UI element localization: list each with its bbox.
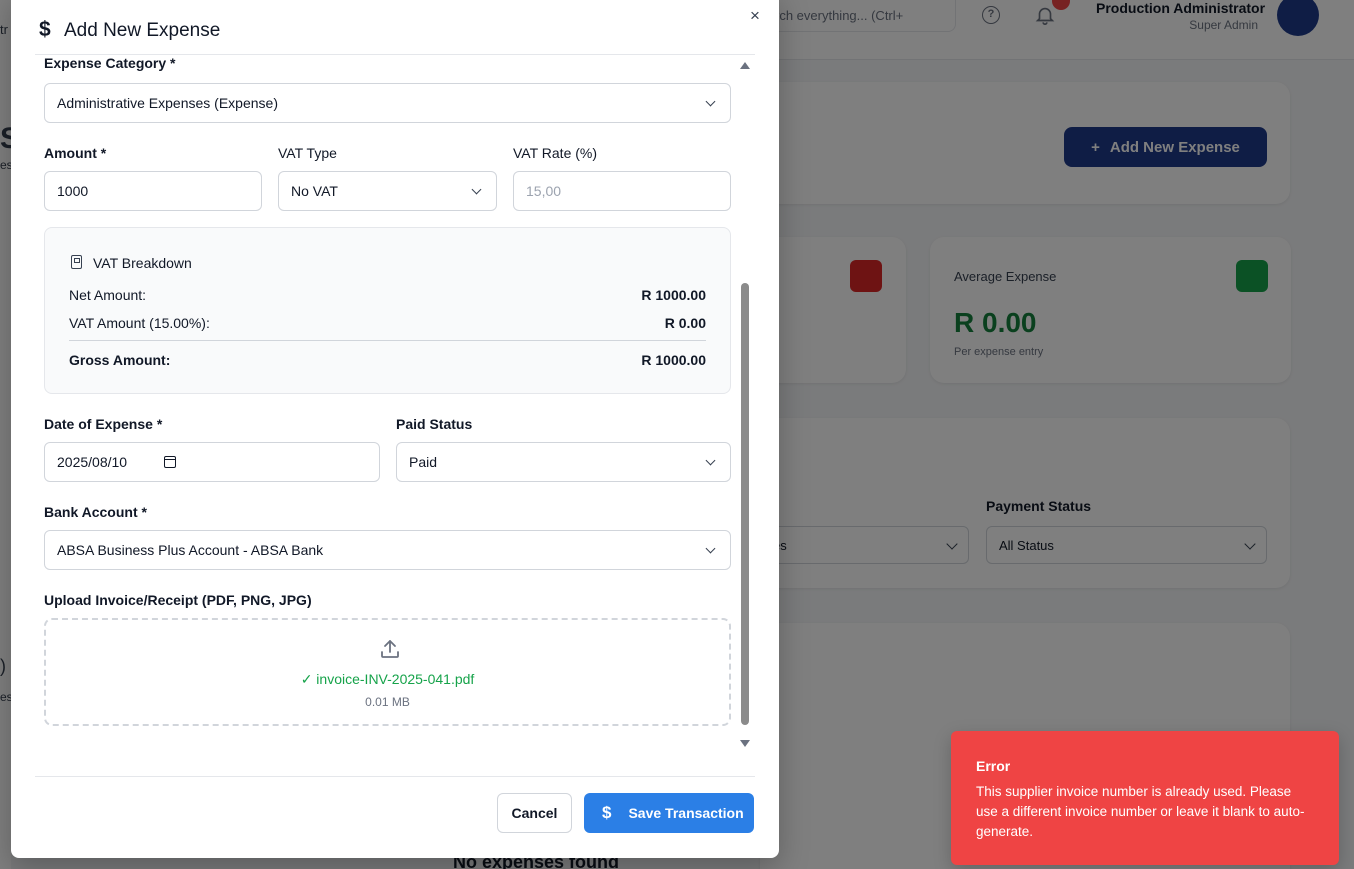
vat-divider <box>69 340 706 341</box>
scroll-up-arrow[interactable] <box>740 62 750 69</box>
date-value: 2025/08/10 <box>57 454 128 470</box>
paid-status-value: Paid <box>409 454 438 470</box>
upload-label: Upload Invoice/Receipt (PDF, PNG, JPG) <box>44 592 312 608</box>
modal-title: Add New Expense <box>64 20 221 41</box>
modal-form: Expense Category * Administrative Expens… <box>11 55 779 767</box>
paid-status-select[interactable]: Paid <box>396 442 731 482</box>
upload-icon <box>381 640 399 658</box>
vat-breakdown-title: VAT Breakdown <box>93 255 192 271</box>
net-amount-value: R 1000.00 <box>641 287 706 303</box>
gross-amount-label: Gross Amount: <box>69 352 171 368</box>
uploaded-file-size: 0.01 MB <box>365 695 410 709</box>
vat-rate-input[interactable]: 15,00 <box>513 171 731 211</box>
chevron-down-icon <box>705 96 716 107</box>
uploaded-file-name: ✓ invoice-INV-2025-041.pdf <box>300 671 475 687</box>
amount-value: 1000 <box>57 183 89 199</box>
save-transaction-label: Save Transaction <box>628 805 744 821</box>
vat-type-label: VAT Type <box>278 145 337 161</box>
error-toast[interactable]: Error This supplier invoice number is al… <box>951 731 1339 865</box>
modal-footer <box>35 776 755 777</box>
dollar-icon: $ <box>39 18 51 41</box>
scroll-down-arrow[interactable] <box>740 740 750 747</box>
net-amount-label: Net Amount: <box>69 287 147 303</box>
toast-message: This supplier invoice number is already … <box>976 784 1305 839</box>
chevron-down-icon <box>705 455 716 466</box>
vat-rate-label: VAT Rate (%) <box>513 145 598 161</box>
modal-scrollbar[interactable] <box>740 62 750 747</box>
chevron-down-icon <box>471 184 482 195</box>
chevron-down-icon <box>705 543 716 554</box>
expense-category-label: Expense Category * <box>44 55 176 71</box>
modal-header: $ Add New Expense <box>35 0 755 55</box>
vat-amount-label: VAT Amount (15.00%): <box>69 315 210 331</box>
amount-input[interactable]: 1000 <box>44 171 262 211</box>
calculator-icon <box>71 255 82 269</box>
bank-account-value: ABSA Business Plus Account - ABSA Bank <box>57 542 324 558</box>
date-input[interactable]: 2025/08/10 <box>44 442 380 482</box>
gross-amount-value: R 1000.00 <box>641 352 706 368</box>
vat-breakdown-panel: VAT Breakdown Net Amount: R 1000.00 VAT … <box>44 227 731 394</box>
amount-label: Amount * <box>44 145 107 161</box>
file-upload-dropzone[interactable]: ✓ invoice-INV-2025-041.pdf 0.01 MB <box>44 618 731 726</box>
dollar-icon: $ <box>602 803 612 822</box>
cancel-button[interactable]: Cancel <box>497 793 572 833</box>
vat-amount-value: R 0.00 <box>664 315 706 331</box>
save-transaction-button[interactable]: $ Save Transaction <box>584 793 754 833</box>
expense-category-select[interactable]: Administrative Expenses (Expense) <box>44 83 731 123</box>
calendar-icon[interactable] <box>164 456 176 468</box>
scroll-thumb[interactable] <box>741 283 749 725</box>
close-button[interactable]: × <box>747 7 763 24</box>
vat-rate-value: 15,00 <box>526 183 562 199</box>
toast-title: Error <box>976 758 1011 774</box>
paid-status-label: Paid Status <box>396 416 473 432</box>
expense-category-value: Administrative Expenses (Expense) <box>57 95 278 111</box>
bank-account-select[interactable]: ABSA Business Plus Account - ABSA Bank <box>44 530 731 570</box>
add-expense-modal: $ Add New Expense × Expense Category * A… <box>11 0 779 858</box>
vat-type-value: No VAT <box>291 183 338 199</box>
bank-account-label: Bank Account * <box>44 504 147 520</box>
vat-type-select[interactable]: No VAT <box>278 171 497 211</box>
date-label: Date of Expense * <box>44 416 163 432</box>
